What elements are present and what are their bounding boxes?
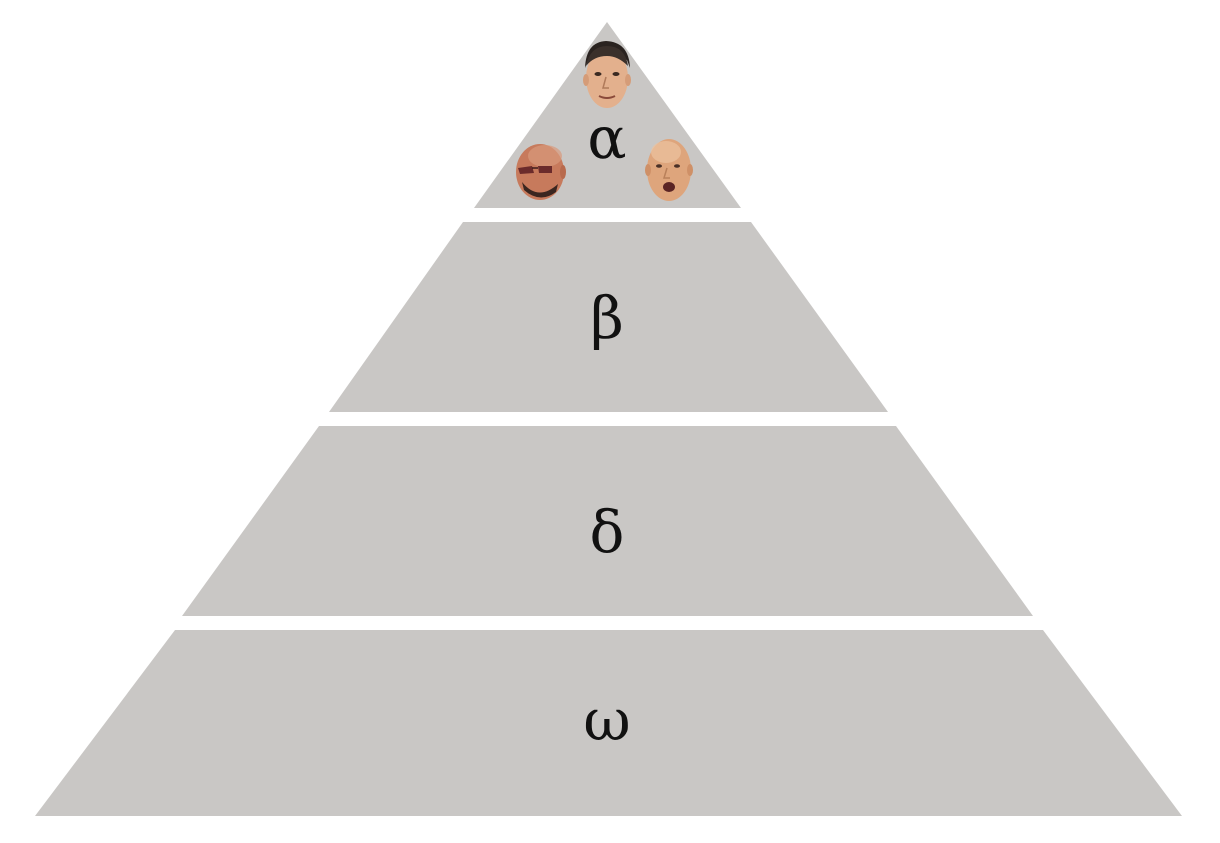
tier-delta-label: δ <box>590 498 625 566</box>
tier-beta-label: β <box>590 284 624 352</box>
tier-alpha-label: α <box>587 104 626 172</box>
tier-delta: δ <box>182 426 1033 616</box>
tier-omega: ω <box>35 630 1182 816</box>
pyramid-diagram: α β δ ω <box>35 22 1182 816</box>
tier-omega-label: ω <box>583 686 630 754</box>
tier-beta: β <box>329 222 888 412</box>
